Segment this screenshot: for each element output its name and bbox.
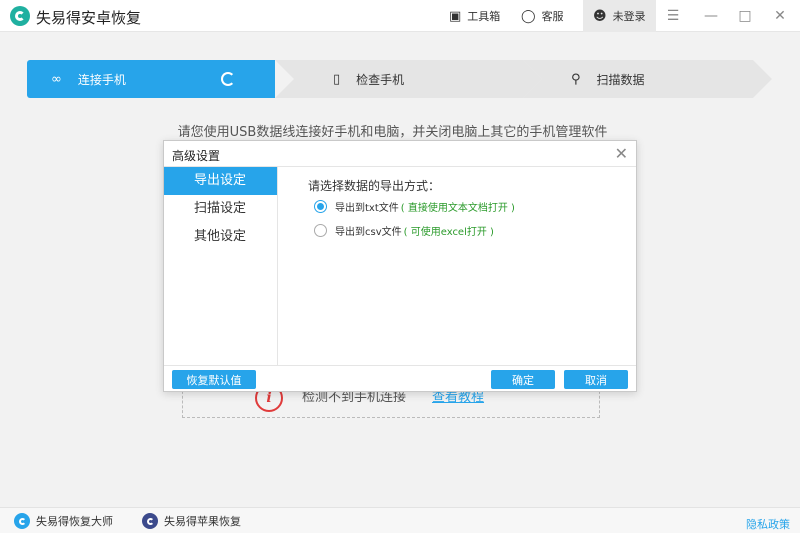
step-label: 检查手机 bbox=[356, 72, 405, 87]
loading-spinner-icon bbox=[221, 72, 235, 86]
cancel-button[interactable]: 取消 bbox=[564, 370, 628, 389]
option-label: 导出到txt文件 bbox=[335, 203, 399, 214]
restore-defaults-button[interactable]: 恢复默认值 bbox=[172, 370, 256, 389]
step-bar: ∞ 连接手机 ▯ 检查手机 ⚲ 扫描数据 bbox=[27, 60, 773, 98]
option-hint: ( 可使用excel打开 ) bbox=[403, 227, 494, 238]
option-hint: ( 直接使用文本文档打开 ) bbox=[400, 203, 515, 214]
export-txt-radio[interactable] bbox=[314, 200, 327, 213]
toolbox-icon: ▣ bbox=[449, 8, 462, 24]
app-logo-icon bbox=[10, 6, 30, 26]
footer-link-apple-recovery[interactable]: 失易得苹果恢复 bbox=[142, 513, 241, 529]
tab-export-settings[interactable]: 导出设定 bbox=[164, 167, 277, 195]
close-icon[interactable]: ✕ bbox=[765, 0, 795, 32]
service-label: 客服 bbox=[541, 10, 564, 23]
recovery-master-icon bbox=[14, 513, 30, 529]
minimize-icon[interactable]: — bbox=[696, 0, 726, 32]
export-method-label: 请选择数据的导出方式： bbox=[308, 179, 441, 193]
connect-instruction: 请您使用USB数据线连接好手机和电脑，并关闭电脑上其它的手机管理软件 bbox=[177, 125, 608, 140]
dialog-sidebar: 导出设定 扫描设定 其他设定 bbox=[164, 167, 278, 365]
service-button[interactable]: ◯ 客服 bbox=[521, 0, 564, 32]
footer-item-label: 失易得恢复大师 bbox=[36, 515, 113, 528]
footer-item-label: 失易得苹果恢复 bbox=[164, 515, 241, 528]
step-label: 连接手机 bbox=[77, 72, 126, 87]
footer-bar: 失易得恢复大师 失易得苹果恢复 隐私政策 bbox=[0, 507, 800, 533]
maximize-icon[interactable]: □ bbox=[730, 0, 760, 32]
apple-recovery-icon bbox=[142, 513, 158, 529]
toolbox-label: 工具箱 bbox=[467, 10, 501, 23]
advanced-settings-dialog: 高级设置 ✕ 导出设定 扫描设定 其他设定 请选择数据的导出方式： 导出到txt… bbox=[163, 140, 637, 392]
dialog-content: 请选择数据的导出方式： 导出到txt文件 ( 直接使用文本文档打开 ) 导出到c… bbox=[278, 167, 636, 365]
export-csv-radio[interactable] bbox=[314, 224, 327, 237]
step-label: 扫描数据 bbox=[596, 72, 645, 87]
title-bar: 失易得安卓恢复 ▣ 工具箱 ◯ 客服 ☻ 未登录 ☰ — □ ✕ bbox=[0, 0, 800, 32]
app-title: 失易得安卓恢复 bbox=[36, 9, 142, 27]
tab-scan-settings[interactable]: 扫描设定 bbox=[164, 195, 277, 223]
chat-icon: ◯ bbox=[521, 8, 536, 24]
menu-icon[interactable]: ☰ bbox=[658, 0, 688, 32]
login-button[interactable]: ☻ 未登录 bbox=[583, 0, 656, 32]
dialog-title: 高级设置 bbox=[172, 149, 221, 163]
ok-button[interactable]: 确定 bbox=[491, 370, 555, 389]
login-label: 未登录 bbox=[612, 10, 646, 23]
search-icon: ⚲ bbox=[571, 71, 581, 87]
step-connect-phone: ∞ 连接手机 bbox=[27, 60, 294, 98]
option-label: 导出到csv文件 bbox=[335, 227, 402, 238]
link-icon: ∞ bbox=[51, 71, 62, 87]
footer-link-recovery-master[interactable]: 失易得恢复大师 bbox=[14, 513, 113, 529]
phone-icon: ▯ bbox=[333, 71, 341, 87]
dialog-header: 高级设置 ✕ bbox=[164, 141, 636, 167]
step-scan-data: ⚲ 扫描数据 bbox=[523, 60, 772, 98]
export-csv-option[interactable]: 导出到csv文件 ( 可使用excel打开 ) bbox=[314, 223, 494, 238]
export-txt-option[interactable]: 导出到txt文件 ( 直接使用文本文档打开 ) bbox=[314, 199, 515, 214]
user-icon: ☻ bbox=[593, 8, 607, 24]
privacy-policy-link[interactable]: 隐私政策 bbox=[746, 516, 790, 532]
dialog-footer: 恢复默认值 确定 取消 bbox=[164, 365, 636, 392]
tab-other-settings[interactable]: 其他设定 bbox=[164, 223, 277, 251]
toolbox-button[interactable]: ▣ 工具箱 bbox=[449, 0, 500, 32]
dialog-close-icon[interactable]: ✕ bbox=[615, 144, 628, 163]
step-check-phone: ▯ 检查手机 bbox=[275, 60, 542, 98]
